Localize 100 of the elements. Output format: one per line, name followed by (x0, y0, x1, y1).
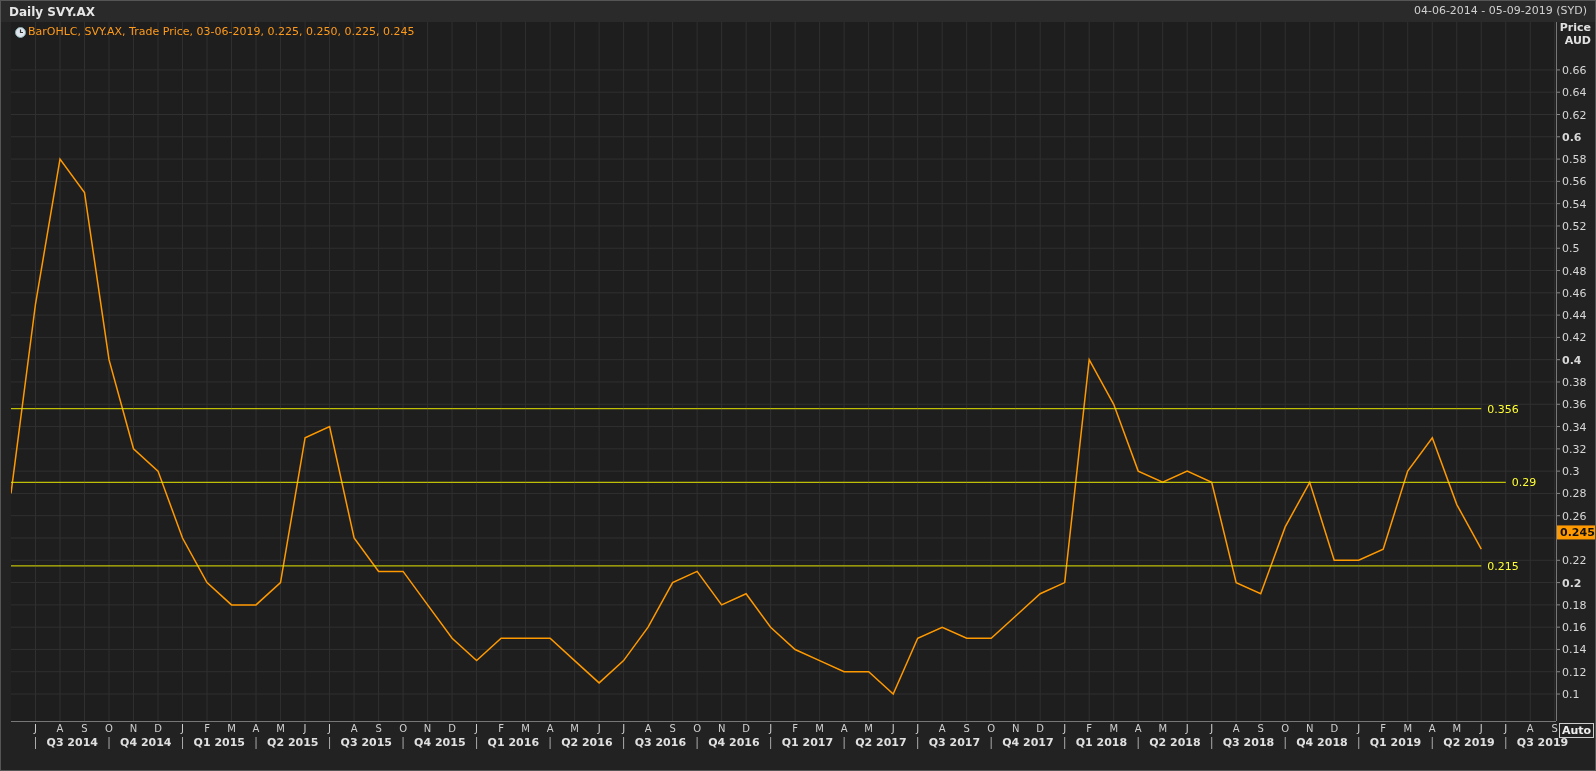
y-tick-label: 0.1 (1562, 688, 1580, 702)
quarter-label: Q1 2018 (1075, 736, 1128, 749)
y-tick-label: 0.6 (1562, 130, 1582, 144)
month-label: A (840, 723, 848, 734)
quarter-label: Q4 2014 (120, 736, 172, 749)
month-label: A (1526, 723, 1534, 734)
y-tick-label: 0.56 (1562, 175, 1587, 189)
month-label: J (916, 723, 920, 734)
reference-line: 0.215 (11, 559, 1519, 573)
clock-icon (15, 26, 26, 38)
month-label: J (328, 723, 332, 734)
y-tick-label: 0.48 (1562, 264, 1587, 278)
series-label: 0.29 (1511, 476, 1537, 490)
month-label: J (1357, 723, 1361, 734)
y-tick-label: 0.46 (1562, 286, 1587, 300)
month-label: J (597, 723, 601, 734)
month-label: A (546, 723, 554, 734)
y-tick-label: 0.44 (1562, 309, 1587, 323)
reference-line: 0.29 (11, 476, 1537, 490)
quarter-label: Q4 2015 (414, 736, 466, 749)
y-tick-label: 0.14 (1562, 643, 1587, 657)
month-label: S (963, 723, 970, 734)
month-label: D (1330, 723, 1339, 734)
month-label: M (1158, 723, 1168, 734)
y-tick-label: 0.64 (1562, 86, 1587, 100)
quarter-label: Q4 2016 (708, 736, 760, 749)
month-label: F (498, 723, 504, 734)
auto-button[interactable]: Auto (1559, 723, 1595, 738)
y-tick-label: 0.58 (1562, 153, 1587, 167)
month-label: N (129, 723, 138, 734)
y-tick-label: 0.26 (1562, 509, 1587, 523)
month-label: A (644, 723, 652, 734)
month-label: J (891, 723, 895, 734)
quarter-label: Q1 2019 (1369, 736, 1422, 749)
y-tick-label: 0.22 (1562, 554, 1587, 568)
month-label: J (475, 723, 479, 734)
month-label: A (56, 723, 64, 734)
month-label: N (717, 723, 726, 734)
month-label: J (1479, 723, 1483, 734)
quarter-label: Q2 2015 (267, 736, 319, 749)
month-label: J (1504, 723, 1508, 734)
y-tick-label: 0.2 (1562, 576, 1582, 590)
month-label: J (622, 723, 626, 734)
month-label: M (1109, 723, 1118, 734)
y-tick-label: 0.18 (1562, 598, 1587, 612)
month-label: M (864, 723, 873, 734)
month-label: F (1086, 723, 1093, 734)
y-tick-label: 0.3 (1562, 465, 1580, 479)
month-label: D (1036, 723, 1045, 734)
month-label: A (1232, 723, 1240, 734)
y-tick-label: 0.52 (1562, 219, 1587, 233)
month-label: J (181, 723, 184, 734)
month-label: N (1011, 723, 1020, 734)
quarter-label: Q1 2016 (487, 736, 540, 749)
month-label: M (1452, 723, 1462, 734)
month-label: O (693, 723, 702, 734)
month-label: J (34, 723, 37, 734)
y-tick-label: 0.5 (1562, 242, 1580, 256)
y-tick-label: 0.62 (1562, 108, 1587, 122)
month-label: D (742, 723, 750, 734)
quarter-label: Q1 2015 (193, 736, 245, 749)
month-label: N (1306, 723, 1314, 734)
price-tag: 0.245 (1557, 525, 1595, 540)
month-label: N (423, 723, 432, 734)
month-label: A (1428, 723, 1436, 734)
quarter-label: Q3 2019 (1516, 736, 1569, 749)
series-label: 0.215 (1487, 559, 1519, 573)
month-label: M (521, 723, 530, 734)
y-tick-label: 0.54 (1562, 197, 1587, 211)
quarter-label: Q3 2014 (46, 736, 98, 749)
quarter-label: Q2 2017 (855, 736, 907, 749)
month-label: A (350, 723, 358, 734)
month-label: A (1134, 723, 1142, 734)
month-label: F (204, 723, 210, 734)
month-label: J (303, 723, 307, 734)
y-tick-label: 0.4 (1562, 353, 1582, 367)
month-label: O (1281, 723, 1290, 734)
month-label: J (1063, 723, 1067, 734)
y-tick-label: 0.16 (1562, 621, 1587, 635)
y-tick-label: 0.12 (1562, 665, 1587, 679)
month-label: J (769, 723, 773, 734)
y-tick-label: 0.32 (1562, 442, 1587, 456)
month-label: J (1185, 723, 1189, 734)
quarter-label: Q3 2016 (634, 736, 687, 749)
month-label: S (669, 723, 676, 734)
month-label: M (1403, 723, 1413, 734)
month-label: O (987, 723, 996, 734)
month-label: F (792, 723, 798, 734)
quarter-label: Q2 2016 (561, 736, 613, 749)
month-label: A (252, 723, 260, 734)
month-label: O (399, 723, 407, 734)
month-label: S (1551, 723, 1558, 734)
y-tick-label: 0.34 (1562, 420, 1587, 434)
quarter-label: Q4 2017 (1002, 736, 1054, 749)
month-label: M (570, 723, 579, 734)
y-tick-label: 0.42 (1562, 331, 1587, 345)
quarter-label: Q1 2017 (781, 736, 834, 749)
axis-title: Price (1559, 21, 1591, 34)
reference-line: 0.356 (11, 402, 1519, 416)
month-label: M (815, 723, 824, 734)
